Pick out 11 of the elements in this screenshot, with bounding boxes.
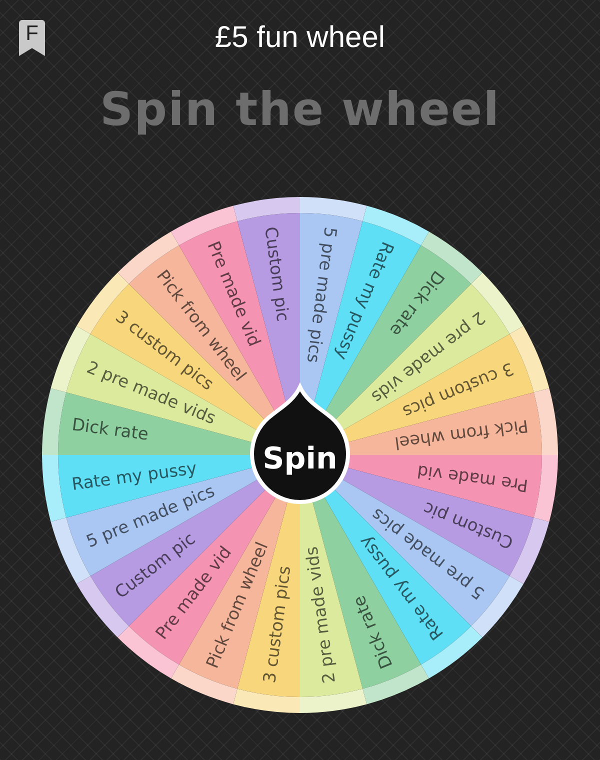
segment-label: 3 custom pics xyxy=(260,564,296,684)
segment-label: Pick from wheel xyxy=(393,415,530,452)
segment-label: 2 pre made vids xyxy=(302,545,340,684)
bookmark-icon[interactable]: F xyxy=(19,20,45,56)
heading: Spin the wheel xyxy=(100,82,500,136)
app-title: £5 fun wheel xyxy=(214,21,386,55)
spin-button[interactable]: Spin xyxy=(250,385,350,504)
segment-label: Pre made vid xyxy=(416,460,530,495)
segment-label: Dick rate xyxy=(70,415,150,445)
segment-label: Dick rate xyxy=(349,592,398,672)
segment-label: Custom pic xyxy=(260,226,292,323)
